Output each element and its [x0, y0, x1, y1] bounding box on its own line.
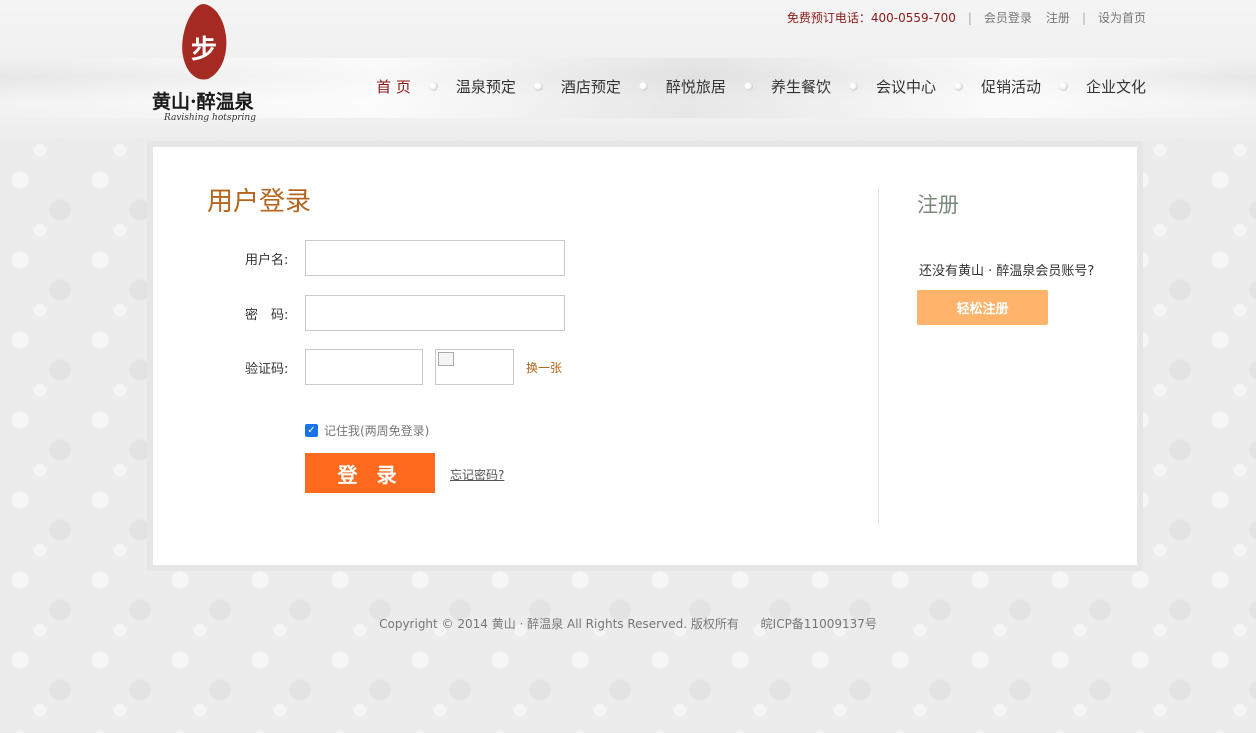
- site-header: 步 黄山·醉温泉 Ravishing hotspring 免费预订电话：400-…: [0, 0, 1256, 140]
- password-input[interactable]: [305, 295, 565, 331]
- nav-item-dining[interactable]: 养生餐饮: [771, 76, 831, 97]
- seal-text: 步: [191, 34, 217, 65]
- panel-divider: [878, 187, 879, 525]
- captcha-row: 验证码: 换一张: [245, 349, 562, 385]
- nav-separator-dot: [848, 82, 858, 91]
- remember-label: 记住我(两周免登录): [324, 424, 430, 438]
- copyright-text: Copyright © 2014 黄山 · 醉温泉 All Rights Res…: [379, 617, 739, 631]
- logo-name-en: Ravishing hotspring: [164, 113, 256, 123]
- username-label: 用户名:: [245, 252, 289, 268]
- nav-separator-dot: [533, 82, 543, 91]
- login-panel-content: 用户登录 用户名: 密 码: 验证码: 换一张 ✓ 记住我(两周免登录) 登 录…: [153, 147, 1137, 565]
- site-logo[interactable]: 步 黄山·醉温泉 Ravishing hotspring: [150, 2, 260, 127]
- nav-separator-dot: [743, 82, 753, 91]
- logo-name-cn: 黄山·醉温泉: [152, 91, 254, 113]
- register-button[interactable]: 轻松注册: [917, 290, 1048, 325]
- captcha-input[interactable]: [305, 349, 423, 385]
- set-homepage-link[interactable]: 设为首页: [1098, 9, 1146, 26]
- nav-item-hotspring-booking[interactable]: 温泉预定: [456, 76, 516, 97]
- login-button[interactable]: 登 录: [305, 453, 435, 493]
- icp-number: 皖ICP备11009137号: [760, 617, 877, 631]
- nav-item-home[interactable]: 首 页: [376, 76, 411, 97]
- nav-separator-dot: [428, 82, 438, 91]
- site-footer: Copyright © 2014 黄山 · 醉温泉 All Rights Res…: [0, 615, 1256, 632]
- username-input[interactable]: [305, 240, 565, 276]
- remember-me[interactable]: ✓ 记住我(两周免登录): [305, 422, 429, 439]
- nav-item-conference[interactable]: 会议中心: [876, 76, 936, 97]
- top-divider: |: [1081, 10, 1086, 25]
- register-title: 注册: [917, 193, 959, 217]
- password-row: 密 码:: [245, 295, 565, 331]
- top-links: 免费预订电话：400-0559-700 | 会员登录 注册 | 设为首页: [787, 9, 1146, 26]
- forgot-password-link[interactable]: 忘记密码?: [450, 466, 504, 483]
- nav-separator-dot: [1058, 82, 1068, 91]
- remember-checkbox[interactable]: ✓: [305, 424, 318, 437]
- nav-separator-dot: [638, 82, 648, 91]
- captcha-image[interactable]: [435, 349, 514, 385]
- nav-item-culture[interactable]: 企业文化: [1086, 76, 1146, 97]
- main-nav: 首 页 温泉预定 酒店预定 醉悦旅居 养生餐饮 会议中心 促销活动 企业文化: [376, 76, 1146, 97]
- password-label: 密 码:: [245, 307, 289, 323]
- nav-item-hotel-booking[interactable]: 酒店预定: [561, 76, 621, 97]
- username-row: 用户名:: [245, 240, 565, 276]
- nav-item-travel-stay[interactable]: 醉悦旅居: [666, 76, 726, 97]
- nav-separator-dot: [953, 82, 963, 91]
- member-login-link[interactable]: 会员登录: [984, 9, 1032, 26]
- register-prompt: 还没有黄山 · 醉温泉会员账号?: [919, 264, 1095, 279]
- captcha-label: 验证码:: [245, 361, 289, 377]
- nav-item-promotions[interactable]: 促销活动: [981, 76, 1041, 97]
- change-captcha-link[interactable]: 换一张: [526, 359, 562, 376]
- booking-phone: 免费预订电话：400-0559-700: [786, 11, 956, 25]
- login-panel: 用户登录 用户名: 密 码: 验证码: 换一张 ✓ 记住我(两周免登录) 登 录…: [147, 141, 1143, 571]
- top-divider: |: [967, 10, 972, 25]
- login-title: 用户登录: [207, 187, 312, 217]
- seal-logo-icon: 步: [182, 4, 227, 80]
- register-link[interactable]: 注册: [1046, 9, 1070, 26]
